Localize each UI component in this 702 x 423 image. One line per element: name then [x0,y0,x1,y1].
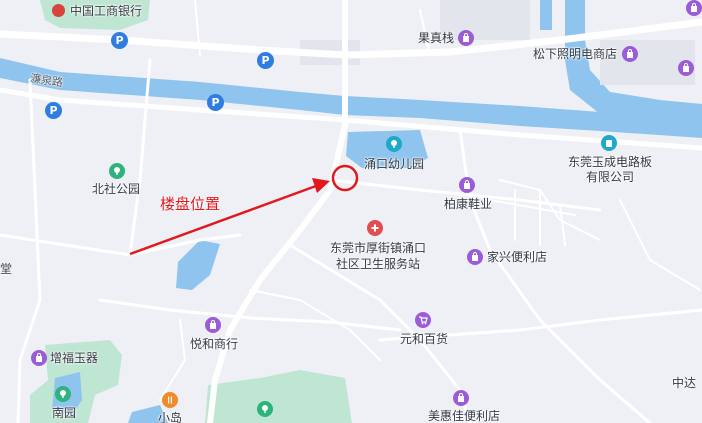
cart-icon[interactable] [415,312,431,328]
park-icon[interactable] [55,386,71,402]
shopping-bag-icon[interactable] [622,46,638,62]
poi-label-xiaodao[interactable]: 小岛 [158,411,182,423]
park-icon[interactable] [109,163,125,179]
location-marker-circle [331,164,359,192]
parking-icon[interactable]: P [45,102,62,119]
poi-label-zhongda[interactable]: 中达 [672,376,696,390]
hospital-icon[interactable] [367,220,383,236]
poi-label-company-line2[interactable]: 有限公司 [586,170,634,184]
shopping-bag-icon[interactable] [205,317,221,333]
school-icon[interactable] [386,136,402,152]
poi-label-guozhenzhan[interactable]: 果真栈 [418,31,454,45]
parking-icon[interactable]: P [111,32,128,49]
poi-label-meihuijia[interactable]: 美惠佳便利店 [428,409,500,423]
location-arrow [129,178,330,256]
poi-label-baikang[interactable]: 柏康鞋业 [444,197,492,211]
poi-label-company-line1[interactable]: 东莞玉成电路板 [568,155,652,169]
shopping-bag-icon[interactable] [686,0,702,16]
shopping-bag-icon[interactable] [678,60,694,76]
shopping-bag-icon[interactable] [459,177,475,193]
pond-center [176,240,220,290]
parking-icon[interactable]: P [257,52,274,69]
location-annotation-label: 楼盘位置 [160,195,221,213]
poi-label-bank[interactable]: 中国工商银行 [70,4,142,18]
map-canvas[interactable]: 楼盘位置 濂泉路 P P P P 中国工商银行 果真栈 松下照明电商店 涌口幼儿… [0,0,702,423]
green-area-bottom [205,370,352,423]
shopping-bag-icon[interactable] [458,30,474,46]
shopping-bag-icon[interactable] [31,350,47,366]
shopping-bag-icon[interactable] [453,390,469,406]
food-icon[interactable] [162,392,178,408]
poi-label-yuehe[interactable]: 悦和商行 [190,337,238,351]
poi-label-zengfu[interactable]: 增福玉器 [50,351,98,365]
poi-label-kindergarten[interactable]: 涌口幼儿园 [364,157,424,171]
park-icon[interactable] [257,401,273,417]
poi-label-clinic-line2[interactable]: 社区卫生服务站 [336,257,420,271]
poi-label-tang[interactable]: 堂 [0,262,12,276]
poi-label-panasonic[interactable]: 松下照明电商店 [533,47,617,61]
poi-label-jiaxing[interactable]: 家兴便利店 [487,250,547,264]
poi-label-beishe-park[interactable]: 北社公园 [92,182,140,196]
canal-branch-top [540,0,552,30]
poi-label-yuanhe[interactable]: 元和百货 [400,332,448,346]
poi-label-nanyuan[interactable]: 南园 [52,406,76,420]
shopping-bag-icon[interactable] [467,249,483,265]
bank-icon[interactable] [52,4,65,17]
poi-label-clinic-line1[interactable]: 东莞市厚街镇涌口 [330,241,426,255]
company-icon[interactable] [601,135,617,151]
map-base-layer [0,0,702,423]
parking-icon[interactable]: P [207,94,224,111]
